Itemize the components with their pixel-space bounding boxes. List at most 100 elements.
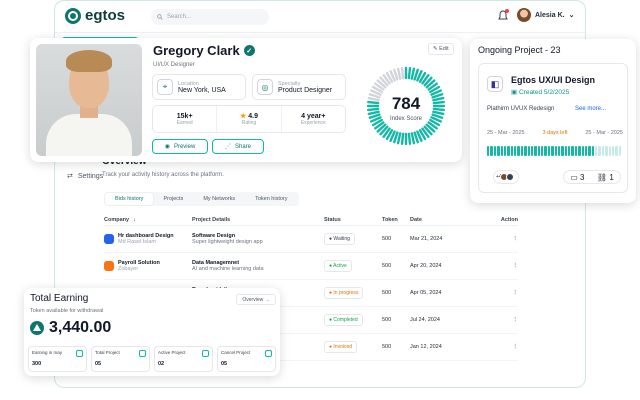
profile-name: Gregory Clark ✓ <box>153 43 255 58</box>
progress-segment <box>487 146 490 156</box>
logo[interactable]: egtos <box>65 7 125 24</box>
progress-segment <box>527 146 530 156</box>
progress-segment <box>608 146 611 156</box>
progress-segment <box>564 146 567 156</box>
stat-cancel-project: Cancel Project 05 <box>217 346 276 372</box>
progress-segment <box>591 146 594 156</box>
more-actions-icon[interactable]: ⋮ <box>488 344 519 350</box>
gauge-tick <box>400 67 405 80</box>
see-more-link[interactable]: See more... <box>575 106 606 112</box>
status-badge: ● Active <box>324 260 352 272</box>
progress-segment <box>524 146 527 156</box>
progress-segment <box>595 146 598 156</box>
progress-segment <box>520 146 524 156</box>
comments-count[interactable]: ▭ 3 <box>570 173 584 182</box>
token-value: 500 <box>382 236 392 242</box>
company-logo-icon <box>104 234 114 244</box>
project-description: Plathirm UVUX Redesign <box>487 106 555 112</box>
tab-my-networks[interactable]: My Networks <box>193 193 245 205</box>
sidebar-item-settings[interactable]: ⇄ Settings <box>67 172 103 181</box>
stat-earned: 15k+ Earned <box>153 106 218 132</box>
date-value: Apr 05, 2024 <box>410 290 442 296</box>
project-card[interactable]: ◧ Egtos UX/UI Design ▣ Created 5/2/2025 … <box>478 63 628 193</box>
more-actions-icon[interactable]: ⋮ <box>488 236 519 242</box>
user-menu[interactable]: Alesia K. ⌄ <box>517 8 574 22</box>
more-actions-icon[interactable]: ⋮ <box>488 317 519 323</box>
progress-segment <box>568 146 571 156</box>
gauge-tick <box>407 132 412 145</box>
folder-icon <box>202 350 209 357</box>
specialty-icon: ◎ <box>257 79 273 95</box>
project-name: Egtos UX/UI Design <box>511 75 596 85</box>
star-icon: ★ <box>240 113 247 120</box>
gauge-tick <box>396 132 402 145</box>
token-value: 500 <box>382 263 392 269</box>
table-row[interactable]: Payroll Solution Zobayer Data Managemnet A… <box>104 253 518 280</box>
company-owner: Zobayer <box>118 266 139 272</box>
column-date: Date <box>410 216 422 223</box>
more-actions-icon[interactable]: ⋮ <box>488 290 519 296</box>
date-value: Mar 21, 2024 <box>410 236 443 242</box>
notification-dot <box>505 9 509 13</box>
location-box: ⌖ Location New York, USA <box>152 74 246 100</box>
project-logo-icon: ◧ <box>487 76 503 92</box>
progress-segment <box>584 146 588 156</box>
status-badge: ● Completed <box>324 314 363 326</box>
share-icon: ⋰ <box>224 144 231 150</box>
preview-button[interactable]: ◉ Preview <box>152 139 208 154</box>
more-actions-icon[interactable]: ⋮ <box>488 263 519 269</box>
progress-segment <box>554 146 557 156</box>
column-company[interactable]: Company ↓ <box>104 217 192 223</box>
gauge-tick <box>396 67 402 80</box>
user-name: Alesia K. <box>535 11 565 19</box>
profile-role: UI/UX Designer <box>153 62 195 68</box>
column-action: Action <box>500 216 518 223</box>
index-score-value: 784 <box>391 94 421 113</box>
edit-button[interactable]: ✎ Edit <box>428 43 454 55</box>
progress-segment <box>544 146 547 156</box>
link-icon: ⛓ <box>596 172 608 182</box>
overview-button[interactable]: Overview → <box>236 294 276 305</box>
search-placeholder: Search... <box>167 14 192 20</box>
progress-segment <box>551 146 554 156</box>
table-row[interactable]: Hr dashboard Design Md Rasel Islam Softwa… <box>104 226 518 253</box>
search-icon <box>157 14 163 20</box>
progress-segment <box>514 146 517 156</box>
gauge-tick <box>400 132 405 145</box>
tab-token-history[interactable]: Token history <box>245 193 297 205</box>
overview-tabs: Bids history Projects My Networks Token … <box>104 192 299 206</box>
tab-bids-history[interactable]: Bids history <box>105 193 154 205</box>
team-avatars[interactable]: +4 <box>493 170 519 184</box>
calendar-icon: ▣ <box>511 89 518 96</box>
settings-icon: ⇄ <box>67 173 73 180</box>
tab-projects[interactable]: Projects <box>153 193 193 205</box>
folder-icon <box>139 350 146 357</box>
stat-earning-in-may: Earning in may 300 <box>28 346 87 372</box>
progress-segment <box>557 146 561 156</box>
progress-segment <box>574 146 578 156</box>
logo-icon <box>65 7 81 24</box>
chevron-down-icon: ⌄ <box>568 12 575 19</box>
token-value: 500 <box>382 344 392 350</box>
progress-segment <box>547 146 551 156</box>
folder-icon <box>265 350 272 357</box>
start-date: 25 - Mar - 2025 <box>487 130 525 136</box>
column-status: Status <box>324 216 341 223</box>
ongoing-title: Ongoing Project - 23 <box>478 45 561 55</box>
date-value: Jan 12, 2024 <box>410 344 442 350</box>
ongoing-project-card: Ongoing Project - 23 ◧ Egtos UX/UI Desig… <box>470 39 636 203</box>
search-input[interactable]: Search... <box>151 9 269 25</box>
share-button[interactable]: ⋰ Share <box>212 139 264 154</box>
edit-icon: ✎ <box>433 46 438 52</box>
status-badge: ● Waiting <box>324 233 355 245</box>
notification-bell-icon[interactable] <box>497 9 509 21</box>
links-count[interactable]: ⛓ 1 <box>597 173 614 182</box>
progress-segment <box>493 146 497 156</box>
progress-segment <box>507 146 510 156</box>
stage: egtos Search... Alesia K. ⌄ ⇄ Settings O… <box>0 0 640 400</box>
project-created: ▣ Created 5/2/2025 <box>511 89 570 96</box>
progress-segment <box>561 146 564 156</box>
total-earning-card: Total Earning Token available for withdr… <box>24 288 280 376</box>
company-owner: Md Rasel Islam <box>118 239 156 245</box>
progress-segment <box>581 146 584 156</box>
